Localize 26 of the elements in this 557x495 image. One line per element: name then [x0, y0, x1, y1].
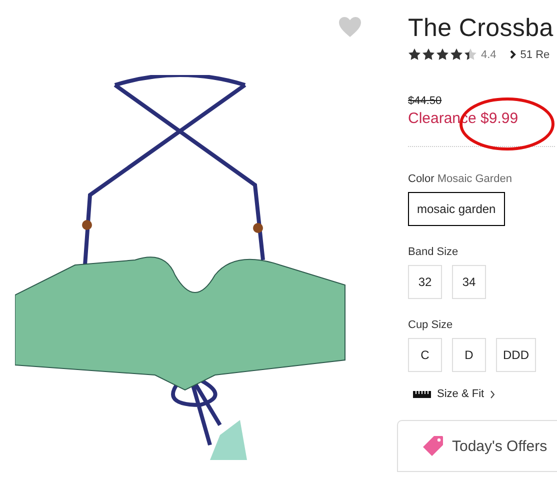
- star-icon: [464, 48, 477, 61]
- original-price: $44.50: [408, 95, 442, 107]
- product-title: The Crossba: [408, 13, 554, 44]
- tag-icon: [422, 435, 444, 457]
- size-fit-link[interactable]: Size & Fit: [437, 388, 484, 400]
- star-icon: [422, 48, 435, 61]
- cup-size-option[interactable]: D: [452, 338, 486, 372]
- chevron-right-icon: [510, 50, 516, 59]
- cup-size-option[interactable]: DDD: [496, 338, 536, 372]
- band-size-option[interactable]: 34: [452, 265, 486, 299]
- offers-panel[interactable]: Today's Offers: [397, 420, 557, 472]
- heart-icon[interactable]: [338, 16, 362, 38]
- option-label: Color Mosaic Garden: [408, 173, 512, 185]
- color-option[interactable]: mosaic garden: [408, 192, 505, 226]
- option-label: Cup Size: [408, 319, 453, 331]
- star-icon: [408, 48, 421, 61]
- cup-size-option[interactable]: C: [408, 338, 442, 372]
- star-icon: [436, 48, 449, 61]
- option-label: Band Size: [408, 246, 458, 258]
- band-size-option[interactable]: 32: [408, 265, 442, 299]
- chevron-right-icon: [490, 390, 496, 398]
- reviews-link[interactable]: 51 Re: [520, 48, 550, 60]
- star-icon: [450, 48, 463, 61]
- ruler-icon: [413, 390, 431, 398]
- offers-label: Today's Offers: [452, 438, 548, 454]
- rating-value: 4.4: [481, 48, 496, 60]
